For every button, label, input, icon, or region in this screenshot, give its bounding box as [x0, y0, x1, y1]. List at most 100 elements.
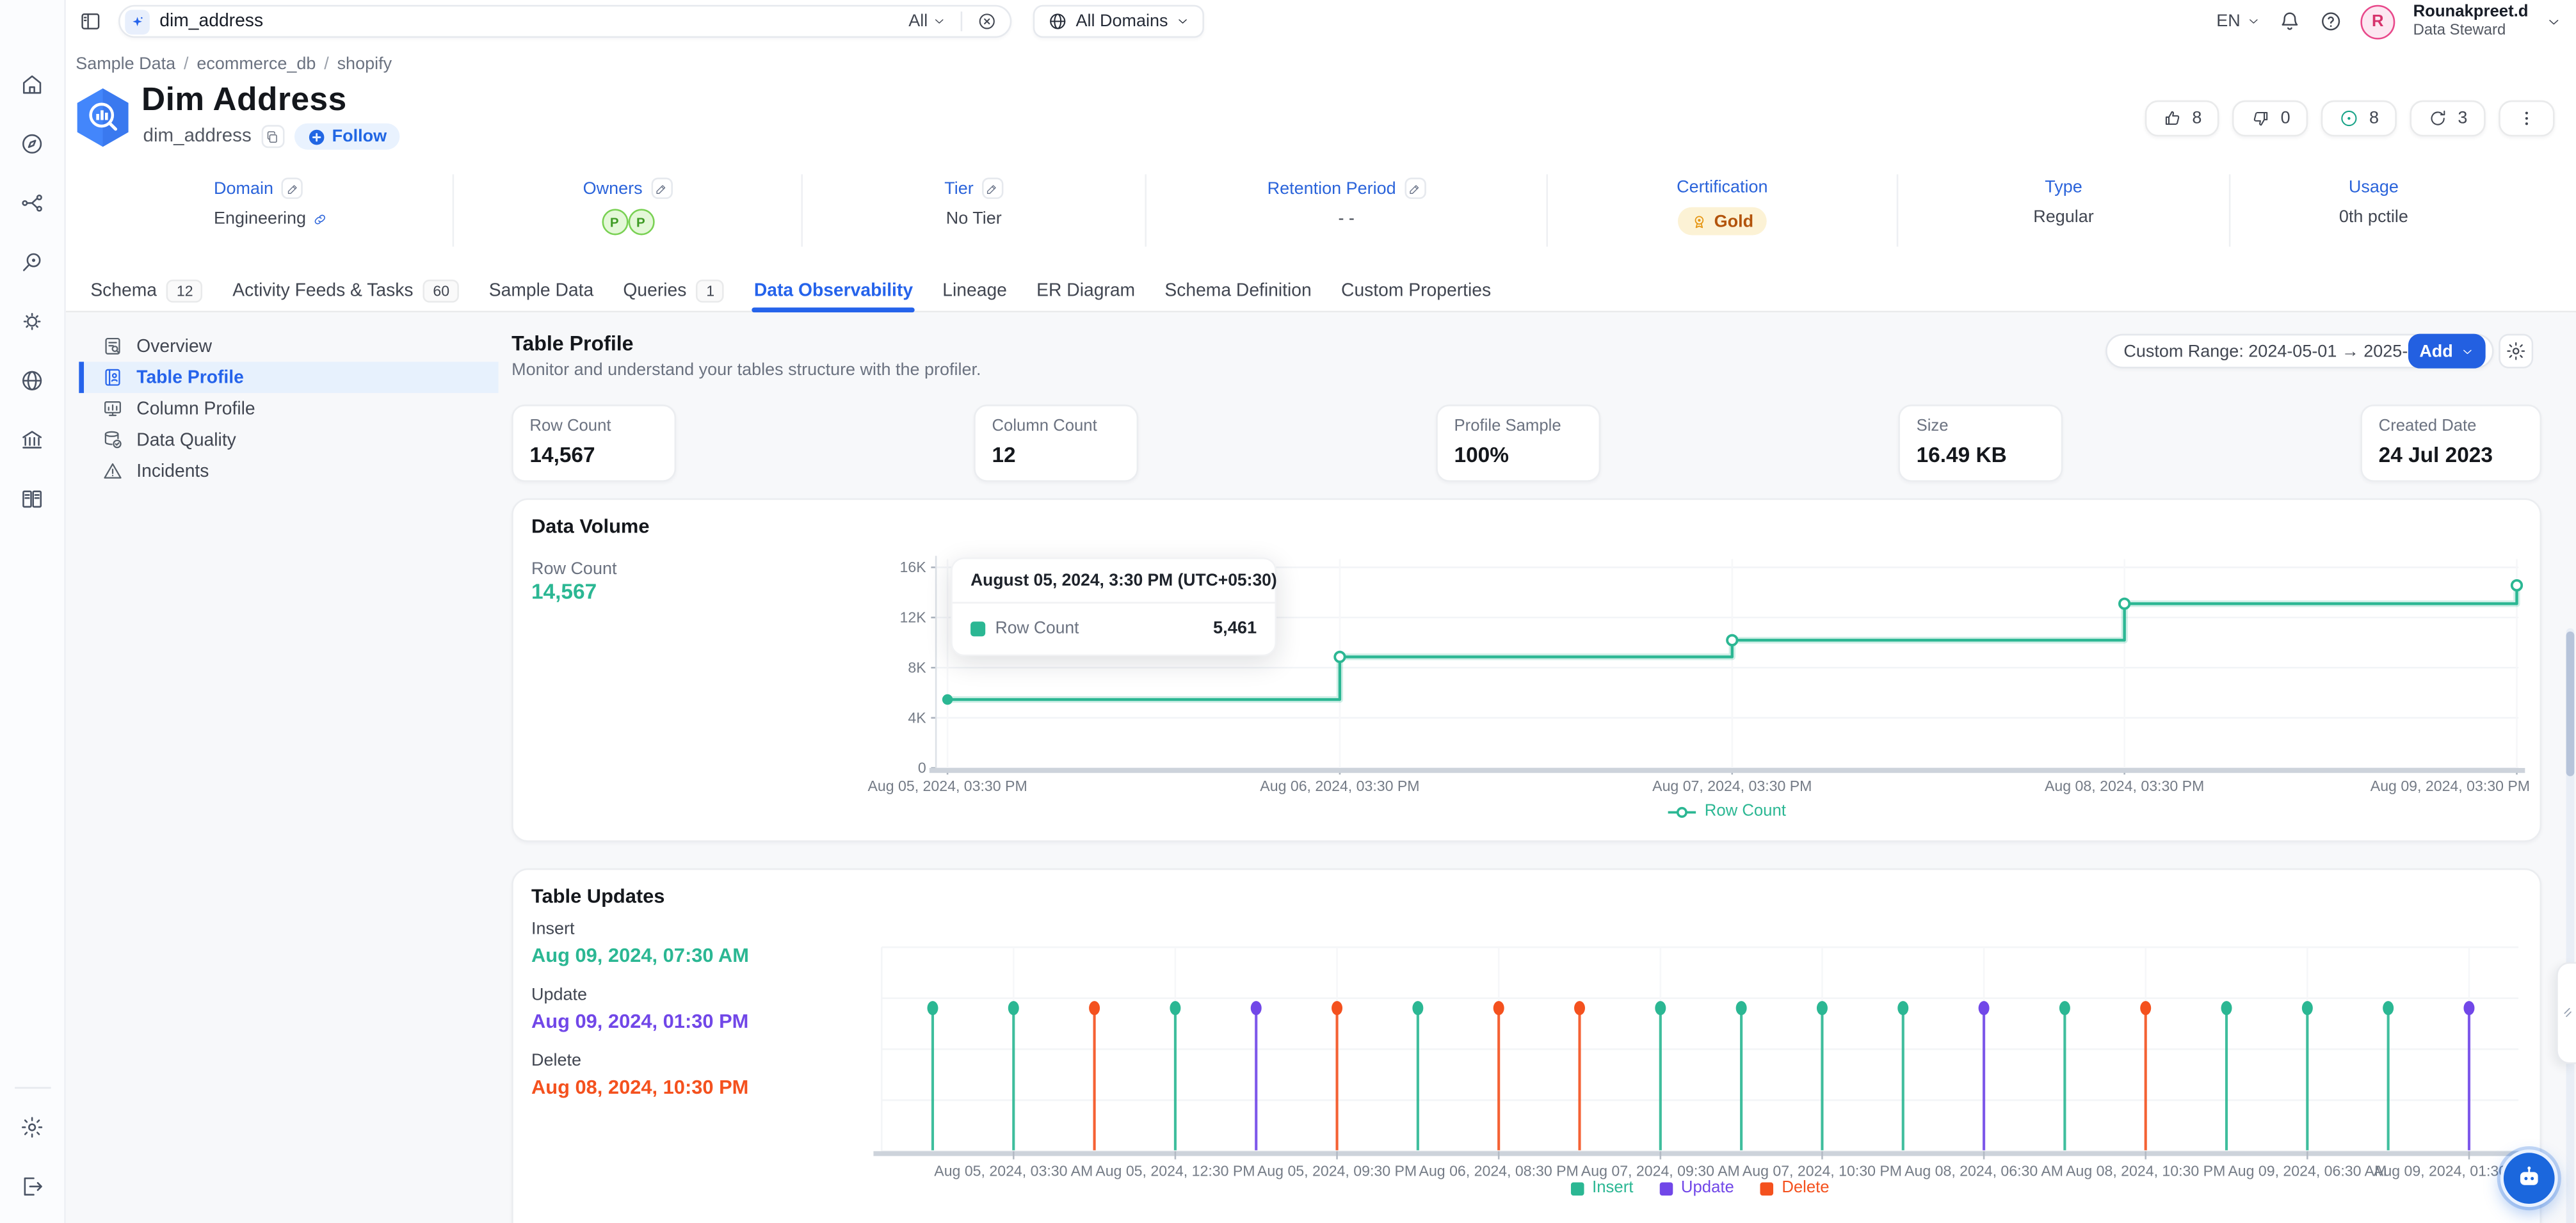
nav-logout-icon[interactable] [11, 1164, 54, 1207]
nav-settings-icon[interactable] [11, 1105, 54, 1148]
meta-label-text: Domain [214, 179, 273, 198]
notifications-bell-icon[interactable] [2278, 10, 2301, 33]
user-menu[interactable]: Rounakpreet.d Data Steward [2413, 4, 2529, 39]
breadcrumb-item[interactable]: ecommerce_db [197, 54, 316, 74]
search-entity-icon [125, 9, 150, 34]
svg-text:Aug 06, 2024, 08:30 PM: Aug 06, 2024, 08:30 PM [1419, 1162, 1579, 1179]
entity-metadata-band: DomainEngineeringOwnersPPTierNo TierRete… [214, 174, 2516, 246]
stat-card-size: Size16.49 KB [1898, 404, 2063, 482]
section-title: Table Profile [511, 332, 633, 355]
edit-pencil-icon[interactable] [651, 178, 672, 199]
scrollbar-thumb[interactable] [2566, 632, 2575, 776]
language-selector[interactable]: EN [2216, 12, 2260, 31]
svg-text:Aug 05, 2024, 09:30 PM: Aug 05, 2024, 09:30 PM [1257, 1162, 1417, 1179]
nav-home-icon[interactable] [11, 63, 54, 106]
svg-text:8K: 8K [908, 659, 926, 676]
breadcrumb-separator: / [324, 54, 329, 74]
edit-pencil-icon[interactable] [282, 178, 303, 199]
edit-pencil-icon[interactable] [982, 178, 1003, 199]
user-menu-chevron-icon[interactable] [2547, 14, 2561, 29]
stat-card-created-date: Created Date24 Jul 2023 [2360, 404, 2541, 482]
svg-text:Aug 06, 2024, 03:30 PM: Aug 06, 2024, 03:30 PM [1260, 778, 1419, 794]
nav-govern-icon[interactable] [11, 418, 54, 461]
sidebar-item-table-profile[interactable]: Table Profile [79, 362, 498, 393]
tab-count-badge: 1 [696, 280, 725, 303]
legend-item-update[interactable]: Update [1660, 1179, 1734, 1197]
tab-schema[interactable]: Schema12 [76, 265, 218, 311]
tasks-button[interactable]: 8 [2322, 100, 2397, 137]
nav-observability-icon[interactable] [11, 240, 54, 283]
legend-item-insert[interactable]: Insert [1571, 1179, 1634, 1197]
downvote-button[interactable]: 0 [2233, 100, 2308, 137]
nav-glossary-icon[interactable] [11, 477, 54, 520]
meta-owners: Owners PP [453, 174, 801, 246]
tab-activity-feeds-tasks[interactable]: Activity Feeds & Tasks60 [218, 265, 474, 311]
side-panel-handle[interactable] [2556, 962, 2576, 1064]
plus-circle-icon [307, 127, 325, 145]
sidebar-item-incidents[interactable]: Incidents [79, 456, 498, 487]
tab-count-badge: 12 [166, 280, 203, 303]
copy-icon[interactable] [261, 125, 284, 148]
entity-tabs: Schema12Activity Feeds & Tasks60Sample D… [66, 265, 2576, 313]
medal-icon [1691, 213, 1708, 230]
chat-assistant-button[interactable] [2500, 1149, 2558, 1207]
add-button[interactable]: Add [2408, 334, 2486, 369]
globe-icon [1048, 12, 1068, 31]
svg-text:Aug 09, 2024, 06:30 AM: Aug 09, 2024, 06:30 AM [2228, 1162, 2387, 1179]
follow-button[interactable]: Follow [294, 124, 400, 150]
nav-lineage-icon[interactable] [11, 181, 54, 224]
svg-text:Aug 05, 2024, 03:30 AM: Aug 05, 2024, 03:30 AM [934, 1162, 1093, 1179]
global-search-bar[interactable]: dim_address All [118, 5, 1011, 38]
tab-sample-data[interactable]: Sample Data [474, 265, 609, 311]
stat-value: 100% [1454, 442, 1582, 467]
tab-schema-definition[interactable]: Schema Definition [1150, 265, 1326, 311]
meta-label-text: Owners [583, 179, 643, 198]
breadcrumb-item[interactable]: Sample Data [76, 54, 175, 74]
search-scope-dropdown[interactable]: All [908, 12, 946, 31]
sidebar-item-column-profile[interactable]: Column Profile [79, 393, 498, 424]
owner-avatar[interactable]: P [627, 209, 654, 235]
stat-label: Created Date [2379, 418, 2524, 436]
stat-card-column-count: Column Count12 [974, 404, 1138, 482]
svg-text:Aug 07, 2024, 09:30 AM: Aug 07, 2024, 09:30 AM [1581, 1162, 1740, 1179]
nav-explore-icon[interactable] [11, 122, 54, 164]
tab-custom-properties[interactable]: Custom Properties [1326, 265, 1506, 311]
nav-domains-icon[interactable] [11, 358, 54, 401]
versions-button[interactable]: 3 [2410, 100, 2486, 137]
clear-search-icon[interactable] [977, 12, 997, 31]
sidebar-item-data-quality[interactable]: Data Quality [79, 424, 498, 456]
svg-text:Aug 07, 2024, 10:30 PM: Aug 07, 2024, 10:30 PM [1743, 1162, 1902, 1179]
legend-item-delete[interactable]: Delete [1760, 1179, 1830, 1197]
meta-label-text: Tier [944, 179, 973, 198]
entity-actions: 8 0 8 3 [2145, 100, 2555, 137]
domain-filter-dropdown[interactable]: All Domains [1033, 5, 1204, 38]
tableprofile-icon [102, 367, 123, 388]
update-swatch [1660, 1181, 1673, 1195]
tab-data-observability[interactable]: Data Observability [739, 265, 928, 311]
user-avatar[interactable]: R [2360, 4, 2395, 38]
chevron-down-icon [2461, 344, 2475, 358]
tab-lineage[interactable]: Lineage [928, 265, 1022, 311]
sidebar-toggle-icon[interactable] [79, 10, 102, 33]
nav-insights-icon[interactable] [11, 300, 54, 342]
chart-tooltip: August 05, 2024, 3:30 PM (UTC+05:30) Row… [951, 557, 1276, 656]
profiler-settings-button[interactable] [2499, 334, 2533, 369]
row-count-legend[interactable]: Row Count [936, 803, 2518, 820]
breadcrumb-item[interactable]: shopify [337, 54, 392, 74]
data-volume-chart[interactable]: 04K8K12K16KAug 05, 2024, 03:30 PMAug 06,… [513, 500, 2540, 840]
bigquery-table-icon [76, 87, 130, 156]
more-options-button[interactable] [2499, 100, 2554, 137]
stat-value: 12 [992, 442, 1120, 467]
owner-avatar[interactable]: P [601, 209, 627, 235]
edit-pencil-icon[interactable] [1404, 178, 1425, 199]
tab-er-diagram[interactable]: ER Diagram [1022, 265, 1150, 311]
upvote-button[interactable]: 8 [2145, 100, 2220, 137]
sidebar-item-overview[interactable]: Overview [79, 330, 498, 362]
link-icon[interactable] [312, 211, 327, 226]
tab-queries[interactable]: Queries1 [608, 265, 739, 311]
svg-text:4K: 4K [908, 709, 926, 726]
search-input[interactable]: dim_address [159, 12, 899, 31]
help-icon[interactable] [2319, 10, 2342, 33]
table-updates-chart[interactable]: Aug 05, 2024, 03:30 AMAug 05, 2024, 12:3… [513, 870, 2540, 1223]
meta-usage: Usage0th pctile [2229, 174, 2517, 246]
